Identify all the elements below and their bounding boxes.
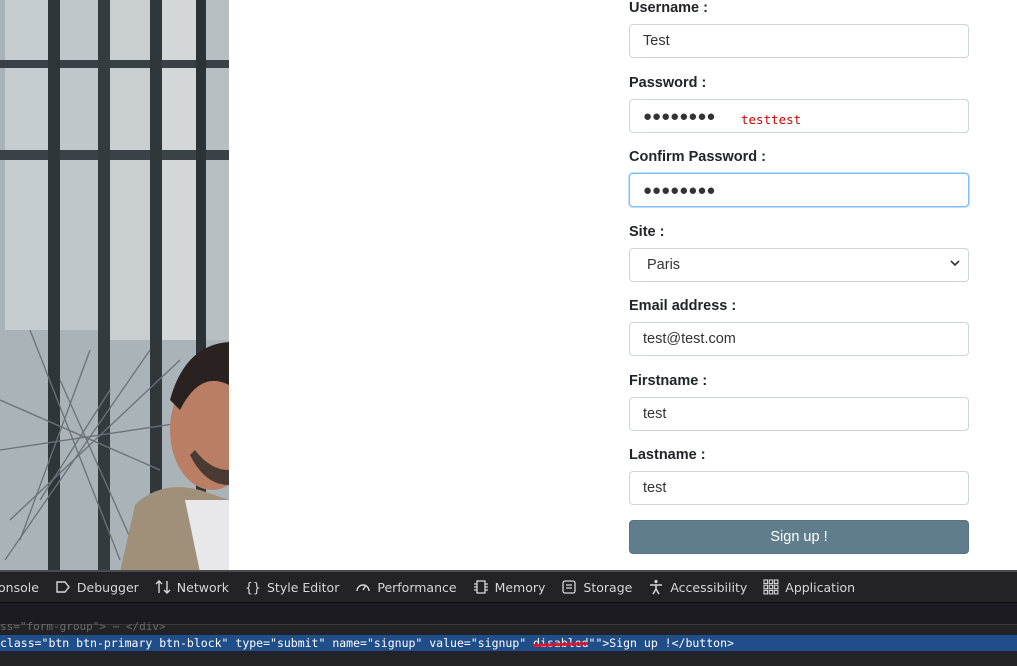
tab-storage[interactable]: Storage <box>553 572 640 603</box>
tab-accessibility-label: Accessibility <box>670 579 748 595</box>
password-label: Password : <box>629 75 707 91</box>
performance-icon <box>356 584 371 592</box>
tab-application[interactable]: Application <box>755 572 863 603</box>
username-label: Username : <box>629 0 708 16</box>
tab-memory[interactable]: Memory <box>465 572 554 603</box>
tab-application-label: Application <box>785 579 856 595</box>
markup-attrs: class="btn btn-primary btn-block" type="… <box>0 636 534 650</box>
signup-button[interactable]: Sign up ! <box>629 520 969 554</box>
markup-line-form-group-end: </div> <box>125 620 166 633</box>
tab-memory-label: Memory <box>494 579 546 595</box>
email-label: Email address : <box>629 298 737 314</box>
tab-network[interactable]: Network <box>147 572 237 603</box>
lastname-field[interactable]: test <box>629 471 969 505</box>
username-field[interactable]: Test <box>629 24 969 58</box>
firstname-field[interactable]: test <box>629 397 969 431</box>
devtools-toolbar: onsole Debugger Network {} Style Editor … <box>0 572 1017 603</box>
site-select[interactable]: Paris <box>629 248 969 282</box>
password-value: ●●●●●●●● <box>643 107 716 125</box>
markup-line-selected-button[interactable]: class="btn btn-primary btn-block" type="… <box>0 635 1017 651</box>
memory-icon <box>473 580 488 594</box>
email-value: test@test.com <box>643 331 736 347</box>
markup-line-form-group-text: ss="form-group"> <box>0 620 106 633</box>
lastname-value: test <box>643 480 667 496</box>
background-photo-art <box>0 0 229 572</box>
application-icon <box>763 579 779 595</box>
accessibility-icon <box>650 579 663 595</box>
network-icon <box>155 580 171 594</box>
tab-accessibility[interactable]: Accessibility <box>640 572 755 603</box>
username-value: Test <box>643 33 670 49</box>
tab-performance-label: Performance <box>377 579 457 595</box>
lastname-label: Lastname : <box>629 447 706 463</box>
tab-debugger[interactable]: Debugger <box>47 572 147 603</box>
tab-network-label: Network <box>176 579 229 595</box>
firstname-label: Firstname : <box>629 373 708 389</box>
tab-performance[interactable]: Performance <box>347 572 464 603</box>
site-label: Site : <box>629 224 665 240</box>
confirm-password-label: Confirm Password : <box>629 149 766 165</box>
confirm-password-value: ●●●●●●●● <box>643 181 716 199</box>
storage-icon <box>562 580 577 594</box>
tab-storage-label: Storage <box>583 579 633 595</box>
markup-line-form-group[interactable]: ss="form-group"> ⋯ </div> <box>0 620 300 634</box>
email-field[interactable]: test@test.com <box>629 322 969 356</box>
markup-button-content: "">Sign up !</button> <box>588 636 734 650</box>
password-annotation: testtest <box>741 112 802 127</box>
tab-style-editor-label: Style Editor <box>266 579 340 595</box>
style-editor-icon: {} <box>245 581 261 595</box>
tab-debugger-label: Debugger <box>76 579 139 595</box>
firstname-value: test <box>643 406 667 422</box>
svg-text:{}: {} <box>245 581 261 595</box>
site-selected-value: Paris <box>647 257 681 273</box>
confirm-password-field[interactable]: ●●●●●●●● <box>629 173 969 207</box>
collapsed-node-icon: ⋯ <box>112 620 120 633</box>
tab-console-label: onsole <box>0 579 39 595</box>
tab-style-editor[interactable]: {} Style Editor <box>237 572 347 603</box>
chevron-down-icon <box>950 260 960 267</box>
debugger-icon <box>56 581 70 593</box>
disabled-attribute[interactable]: disabled <box>533 636 588 650</box>
tab-console[interactable]: onsole <box>0 572 47 603</box>
